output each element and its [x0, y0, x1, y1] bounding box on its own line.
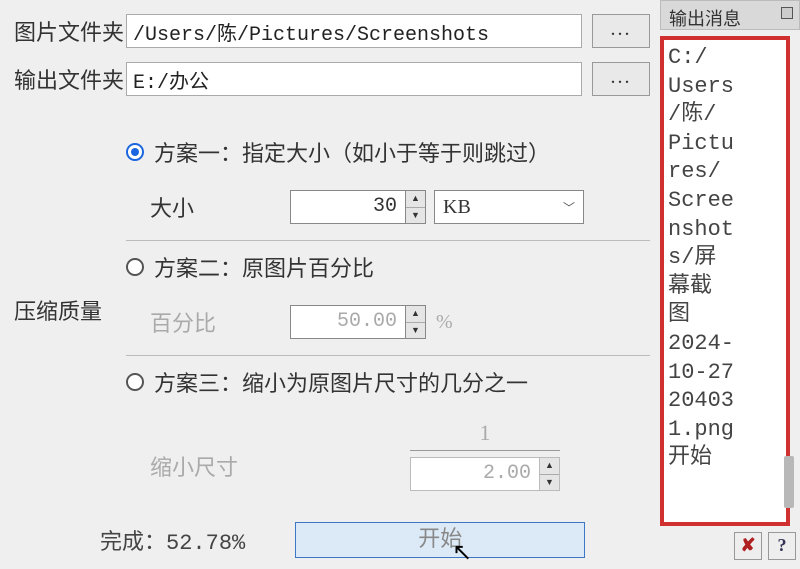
image-folder-browse-button[interactable]: ... [592, 14, 650, 48]
close-icon[interactable]: ✘ [734, 532, 762, 560]
option1-radio[interactable] [126, 143, 144, 161]
percent-symbol: % [436, 311, 453, 334]
fraction-spin-up[interactable]: ▲ [540, 458, 559, 475]
output-panel-title: 输出消息 [660, 0, 800, 30]
size-unit-select[interactable]: KB ﹀ [434, 190, 584, 224]
percent-spin-down[interactable]: ▼ [406, 323, 425, 339]
chevron-down-icon: ﹀ [563, 199, 575, 216]
option1-label: 方案一：指定大小（如小于等于则跳过） [154, 136, 550, 168]
size-unit-label: KB [443, 196, 471, 219]
output-folder-label: 输出文件夹 [14, 63, 126, 95]
shrink-label: 缩小尺寸 [150, 420, 290, 482]
percent-label: 百分比 [150, 306, 290, 338]
output-folder-browse-button[interactable]: ... [592, 62, 650, 96]
size-spin-up[interactable]: ▲ [406, 191, 425, 208]
output-folder-input[interactable]: E:/办公 [126, 62, 582, 96]
image-folder-input[interactable]: /Users/陈/Pictures/Screenshots [126, 14, 582, 48]
log-scrollbar[interactable] [784, 456, 794, 508]
option3-label: 方案三：缩小为原图片尺寸的几分之一 [154, 366, 528, 398]
help-icon[interactable]: ? [768, 532, 796, 560]
size-input[interactable]: 30 [290, 190, 406, 224]
fraction-denominator-input[interactable]: 2.00 [410, 457, 540, 491]
dock-icon[interactable] [781, 7, 793, 19]
size-label: 大小 [150, 191, 290, 223]
percent-input[interactable]: 50.00 [290, 305, 406, 339]
output-log-highlighted: C:/ Users /陈/ Pictu res/ Scree nshot s/屏… [660, 36, 790, 526]
output-log-text[interactable]: C:/ Users /陈/ Pictu res/ Scree nshot s/屏… [664, 40, 786, 477]
fraction-numerator: 1 [480, 420, 491, 450]
fraction-spin-down[interactable]: ▼ [540, 475, 559, 491]
start-button[interactable]: 开始 ↖ [295, 522, 585, 558]
progress-label: 完成：52.78% [100, 524, 245, 556]
option2-label: 方案二：原图片百分比 [154, 251, 374, 283]
percent-spin-up[interactable]: ▲ [406, 306, 425, 323]
option2-radio[interactable] [126, 258, 144, 276]
image-folder-label: 图片文件夹 [14, 15, 126, 47]
quality-section-label: 压缩质量 [14, 126, 126, 507]
option3-radio[interactable] [126, 373, 144, 391]
size-spin-down[interactable]: ▼ [406, 208, 425, 224]
